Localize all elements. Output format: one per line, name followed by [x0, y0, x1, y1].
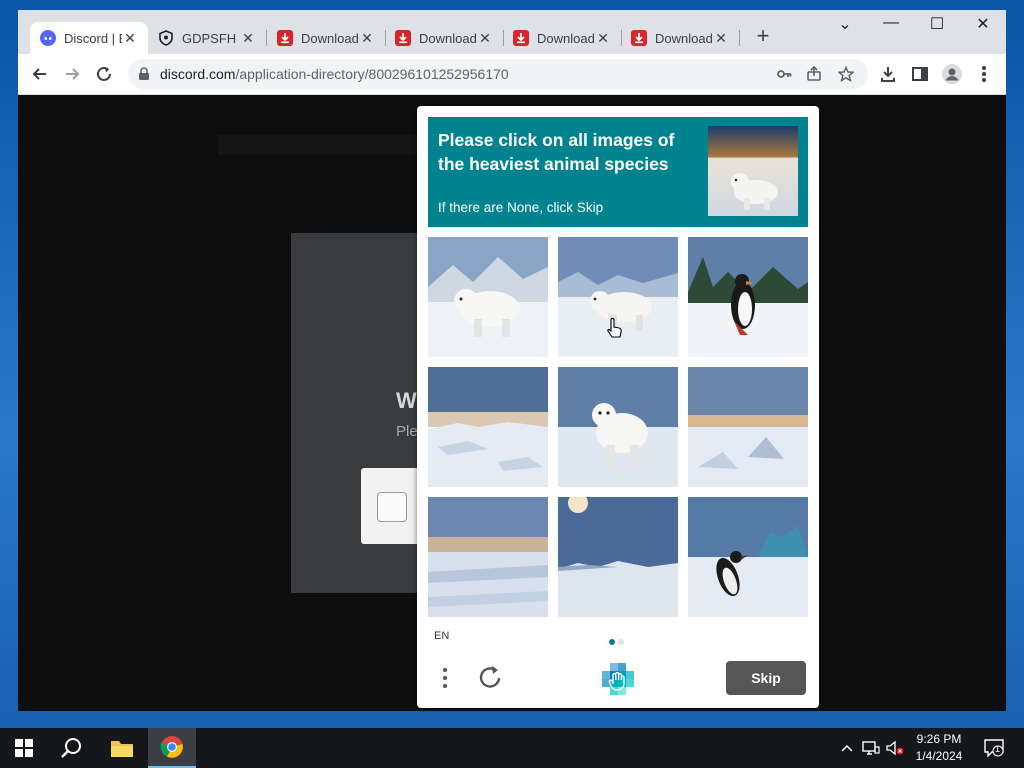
- tab-search-chevron-icon[interactable]: ⌄: [822, 14, 868, 40]
- challenge-image-5[interactable]: [558, 367, 678, 487]
- new-tab-button[interactable]: +: [751, 25, 775, 49]
- download-icon: [631, 30, 647, 46]
- taskbar: 9:26 PM 1/4/2024 1: [0, 728, 1024, 768]
- tab-title: Download: [419, 30, 477, 46]
- url-path: /application-directory/80029610125295617…: [235, 66, 509, 82]
- tab-discord[interactable]: Discord | E ✕: [30, 22, 148, 54]
- downloads-icon[interactable]: [876, 62, 900, 86]
- challenge-image-8[interactable]: [558, 497, 678, 617]
- reload-icon: [97, 66, 111, 81]
- address-bar[interactable]: discord.com/application-directory/800296…: [128, 59, 868, 89]
- verification-heading: W: [396, 388, 417, 413]
- folder-icon: [111, 741, 133, 757]
- close-icon[interactable]: ✕: [240, 30, 256, 47]
- tab-strip: Discord | E ✕ GDPSFH ✕ Download ✕ Downlo…: [18, 10, 1006, 54]
- close-icon[interactable]: ✕: [595, 30, 611, 47]
- maximize-button[interactable]: ☐: [914, 14, 960, 40]
- start-button[interactable]: [0, 728, 48, 768]
- volume-muted-icon[interactable]: [885, 738, 905, 758]
- forward-button[interactable]: [58, 60, 86, 88]
- challenge-image-4[interactable]: [428, 367, 548, 487]
- tab-title: Download: [537, 30, 595, 46]
- vertical-dots-icon: [443, 668, 447, 688]
- mouse-pointer-hand-icon: [607, 318, 622, 338]
- skip-button[interactable]: Skip: [726, 661, 806, 695]
- file-explorer-button[interactable]: [98, 728, 146, 768]
- key-icon[interactable]: [774, 64, 794, 84]
- language-selector[interactable]: EN: [434, 630, 449, 642]
- close-icon[interactable]: ✕: [713, 30, 729, 47]
- tab-title: Discord | E: [64, 30, 122, 46]
- verification-subtext: Ple: [396, 423, 418, 440]
- chrome-taskbar-button[interactable]: [148, 728, 196, 768]
- download-icon: [513, 30, 529, 46]
- clock-date: 1/4/2024: [915, 749, 963, 763]
- notification-count: 1: [995, 744, 1001, 754]
- tab-download-4[interactable]: Download ✕: [621, 22, 740, 54]
- close-icon[interactable]: ✕: [122, 30, 138, 47]
- lock-icon: [139, 67, 149, 80]
- reload-button[interactable]: [90, 60, 118, 88]
- forward-arrow-icon: [66, 68, 80, 80]
- close-icon[interactable]: ✕: [359, 30, 375, 47]
- browser-toolbar: discord.com/application-directory/800296…: [18, 54, 1006, 95]
- tab-title: GDPSFH: [182, 30, 237, 46]
- challenge-prompt: Please click on all images of the heavie…: [428, 117, 808, 227]
- example-image: [708, 126, 798, 216]
- discord-icon: [40, 30, 56, 46]
- challenge-image-7[interactable]: [428, 497, 548, 617]
- tab-separator: [739, 30, 740, 46]
- side-panel-icon[interactable]: [908, 62, 932, 86]
- captcha-challenge: Please click on all images of the heavie…: [417, 106, 819, 708]
- back-button[interactable]: [26, 60, 54, 88]
- captcha-menu-button[interactable]: [437, 664, 453, 692]
- captcha-refresh-button[interactable]: [477, 664, 505, 692]
- taskbar-search-button[interactable]: [48, 728, 96, 768]
- challenge-title: Please click on all images of the heavie…: [438, 130, 675, 174]
- page-indicator: [609, 632, 627, 650]
- window-close-button[interactable]: ✕: [960, 14, 1006, 40]
- close-icon[interactable]: ✕: [477, 30, 493, 47]
- shield-icon: [158, 30, 174, 46]
- notification-center-icon[interactable]: 1: [982, 738, 1006, 758]
- challenge-image-6[interactable]: [688, 367, 808, 487]
- page-dot-active: [609, 639, 615, 645]
- tray-overflow-chevron-icon[interactable]: [837, 738, 857, 758]
- windows-logo-icon: [15, 739, 33, 757]
- system-clock[interactable]: 9:26 PM 1/4/2024: [904, 731, 974, 765]
- clock-time: 9:26 PM: [916, 732, 962, 746]
- hcaptcha-logo-icon[interactable]: [601, 662, 635, 696]
- tab-download-2[interactable]: Download ✕: [385, 22, 504, 54]
- download-icon: [277, 30, 293, 46]
- challenge-hint: If there are None, click Skip: [438, 200, 604, 215]
- page-dot: [618, 639, 624, 645]
- bookmark-star-icon[interactable]: [836, 64, 856, 84]
- minimize-button[interactable]: —: [868, 14, 914, 40]
- tab-title: Download: [655, 30, 713, 46]
- chrome-icon: [160, 736, 183, 758]
- tab-title: Download: [301, 30, 359, 46]
- refresh-icon: [479, 666, 501, 688]
- share-icon[interactable]: [804, 64, 824, 84]
- network-icon[interactable]: [861, 738, 881, 758]
- url-text[interactable]: discord.com/application-directory/800296…: [160, 66, 509, 82]
- challenge-image-9[interactable]: [688, 497, 808, 617]
- tab-download-1[interactable]: Download ✕: [267, 22, 386, 54]
- tab-gdpsfh[interactable]: GDPSFH ✕: [148, 22, 267, 54]
- tab-download-3[interactable]: Download ✕: [503, 22, 622, 54]
- captcha-checkbox[interactable]: [377, 492, 407, 522]
- back-arrow-icon: [32, 68, 46, 80]
- challenge-image-3[interactable]: [688, 237, 808, 357]
- url-host: discord.com: [160, 66, 236, 82]
- challenge-image-1[interactable]: [428, 237, 548, 357]
- download-icon: [395, 30, 411, 46]
- search-icon: [61, 738, 81, 758]
- profile-avatar-icon[interactable]: [940, 62, 964, 86]
- kebab-menu-icon[interactable]: [972, 62, 996, 86]
- background-header: [218, 135, 418, 155]
